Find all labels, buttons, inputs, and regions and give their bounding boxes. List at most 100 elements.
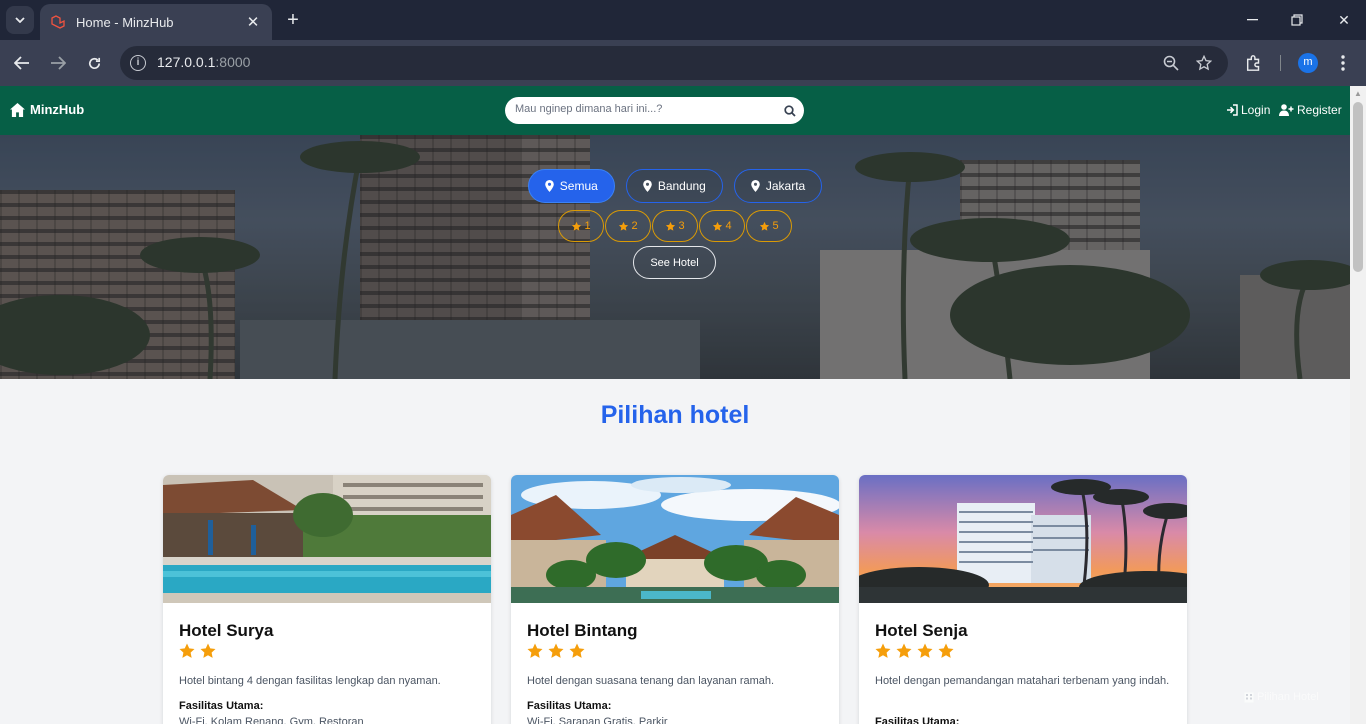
city-button-semua[interactable]: Semua: [527, 169, 615, 203]
url-text: 127.0.0.1:8000: [157, 54, 251, 70]
browser-tabbar: Home - MinzHub ✕ + ✕: [0, 0, 1366, 40]
star-icon: [200, 643, 216, 658]
minimize-button[interactable]: [1239, 8, 1265, 32]
close-tab-icon[interactable]: ✕: [244, 13, 262, 31]
star-icon: [760, 221, 770, 231]
city-filter: Semua Bandung Jakarta: [0, 169, 1350, 203]
arrow-left-icon: [14, 56, 29, 70]
hotel-description: Hotel dengan pemandangan matahari terben…: [875, 675, 1170, 687]
hotel-name: Hotel Bintang: [527, 621, 638, 640]
facilities-list: Wi-Fi, Sarapan Gratis, Parkir: [527, 716, 668, 724]
star-icon: [875, 643, 891, 658]
more-menu-icon[interactable]: [1331, 51, 1355, 75]
profile-avatar[interactable]: m: [1298, 53, 1318, 73]
hotel-building-icon: [1244, 692, 1254, 702]
browser-tab[interactable]: Home - MinzHub ✕: [40, 4, 272, 40]
star-icon: [666, 221, 676, 231]
star-icon: [713, 221, 723, 231]
city-button-bandung[interactable]: Bandung: [625, 169, 723, 203]
section-title: Pilihan hotel: [600, 401, 750, 429]
address-bar[interactable]: i 127.0.0.1:8000: [120, 46, 1228, 80]
search-box: [505, 97, 804, 124]
login-label: Login: [1241, 103, 1271, 117]
star-filter-label: 4: [725, 220, 732, 232]
hotel-image: [163, 475, 491, 603]
city-label: Bandung: [657, 179, 706, 193]
floating-hotel-label[interactable]: Pilihan Hotel: [1244, 691, 1319, 703]
hero-banner: Semua Bandung Jakarta 1 2 3 4 5 See Hote…: [0, 135, 1350, 379]
back-button[interactable]: [10, 51, 34, 75]
forward-button[interactable]: [46, 51, 70, 75]
hotel-card[interactable]: Hotel Senja Hotel dengan pemandangan mat…: [859, 475, 1187, 724]
login-link[interactable]: Login: [1226, 103, 1270, 117]
city-button-jakarta[interactable]: Jakarta: [733, 169, 823, 203]
city-label: Jakarta: [765, 179, 806, 193]
star-filter-5[interactable]: 5: [746, 210, 792, 242]
laravel-favicon-icon: [50, 14, 66, 30]
page-viewport: MinzHub Login Register: [0, 86, 1350, 724]
star-filter-3[interactable]: 3: [652, 210, 698, 242]
reload-button[interactable]: [82, 51, 106, 75]
facilities-list: Wi-Fi, Kolam Renang, Gym, Restoran: [179, 716, 364, 724]
search-button[interactable]: [781, 102, 798, 119]
star-filter-label: 1: [584, 220, 591, 232]
facilities-label: Fasilitas Utama:: [179, 700, 264, 712]
hotel-name: Hotel Surya: [179, 621, 274, 640]
tab-title: Home - MinzHub: [76, 14, 174, 30]
zoom-icon[interactable]: [1160, 52, 1182, 74]
star-filter-1[interactable]: 1: [558, 210, 604, 242]
hotel-card[interactable]: Hotel Surya Hotel bintang 4 dengan fasil…: [163, 475, 491, 724]
hotel-rating: [874, 642, 955, 660]
star-filter-2[interactable]: 2: [605, 210, 651, 242]
star-icon: [572, 221, 582, 231]
city-label: Semua: [559, 179, 598, 193]
scroll-up-arrow-icon[interactable]: ▲: [1350, 88, 1366, 100]
star-icon: [938, 643, 954, 658]
user-plus-icon: [1279, 104, 1294, 116]
star-filter-label: 5: [772, 220, 779, 232]
star-filter: 1 2 3 4 5: [558, 210, 792, 242]
toolbar-divider: [1280, 55, 1281, 71]
star-icon: [896, 643, 912, 658]
hotel-rating: [526, 642, 586, 660]
restore-button[interactable]: [1284, 8, 1310, 32]
home-icon: [10, 102, 25, 117]
register-link[interactable]: Register: [1279, 103, 1342, 117]
login-icon: [1227, 104, 1238, 116]
arrow-right-icon: [51, 56, 66, 70]
hotel-card[interactable]: Hotel Bintang Hotel dengan suasana tenan…: [511, 475, 839, 724]
star-icon: [179, 643, 195, 658]
browser-toolbar: i 127.0.0.1:8000: [0, 40, 1366, 86]
star-icon: [619, 221, 629, 231]
close-window-button[interactable]: ✕: [1331, 8, 1357, 32]
star-filter-label: 3: [678, 220, 685, 232]
search-input[interactable]: [515, 103, 775, 115]
site-navbar: MinzHub Login Register: [0, 86, 1350, 135]
extensions-icon[interactable]: [1242, 51, 1266, 75]
star-icon: [917, 643, 933, 658]
star-filter-label: 2: [631, 220, 638, 232]
see-hotel-button[interactable]: See Hotel: [633, 246, 716, 279]
map-pin-icon: [751, 180, 760, 192]
brand-name: MinzHub: [30, 102, 85, 117]
star-icon: [527, 643, 543, 658]
star-filter-4[interactable]: 4: [699, 210, 745, 242]
site-info-icon[interactable]: i: [130, 55, 146, 71]
reload-icon: [88, 57, 100, 69]
map-pin-icon: [544, 180, 554, 192]
chevron-down-icon: [15, 17, 25, 23]
scroll-thumb[interactable]: [1353, 102, 1363, 272]
facilities-label: Fasilitas Utama:: [527, 700, 612, 712]
brand-link[interactable]: MinzHub: [10, 102, 84, 117]
map-pin-icon: [643, 180, 652, 192]
facilities-label: Fasilitas Utama:: [875, 716, 960, 724]
tab-search-button[interactable]: [6, 6, 34, 34]
new-tab-button[interactable]: +: [282, 8, 304, 32]
page-scrollbar[interactable]: ▲: [1350, 86, 1366, 724]
bookmark-star-icon[interactable]: [1193, 52, 1215, 74]
star-icon: [569, 643, 585, 658]
hotel-description: Hotel dengan suasana tenang dan layanan …: [527, 675, 775, 687]
hotel-image: [511, 475, 839, 603]
hotel-rating: [178, 642, 217, 660]
search-icon: [783, 104, 796, 117]
